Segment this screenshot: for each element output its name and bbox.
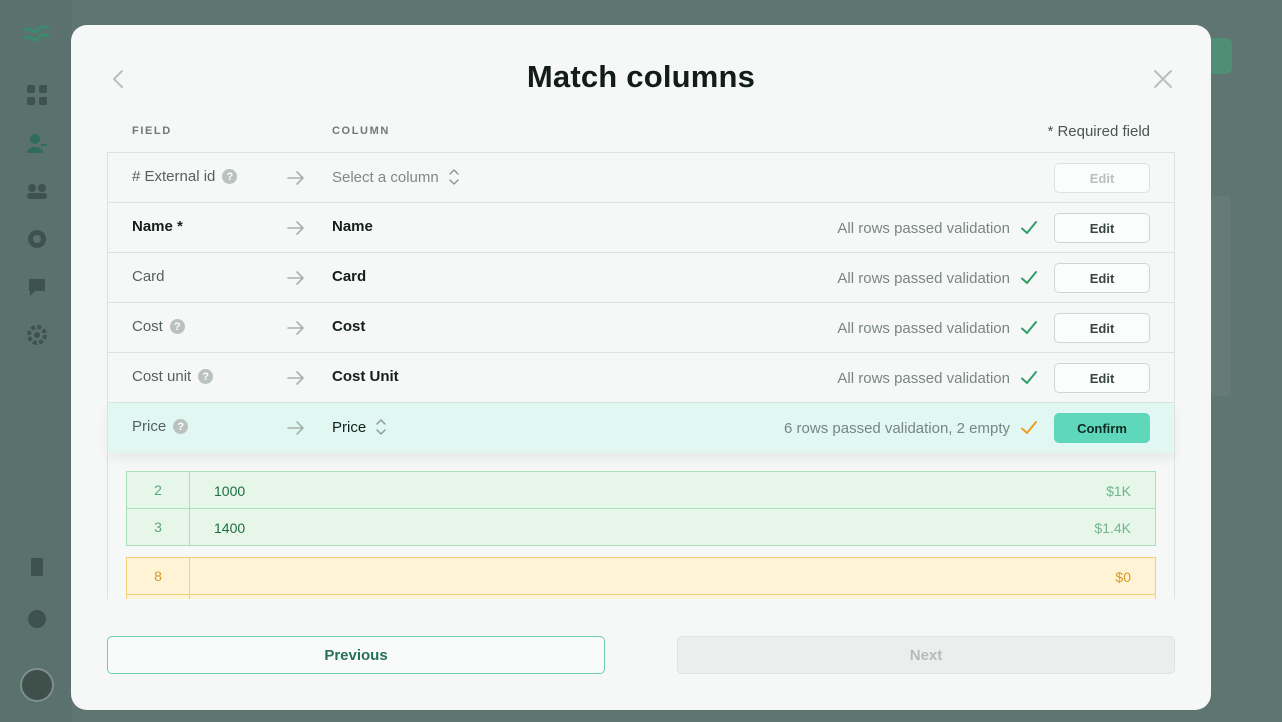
- column-value: Cost: [332, 318, 366, 335]
- validation-status: 6 rows passed validation, 2 empty: [784, 419, 1038, 437]
- field-label: Price: [132, 418, 167, 435]
- edit-button[interactable]: Edit: [1054, 363, 1150, 393]
- mapping-row-card: Card Card All rows passed validation Edi…: [107, 253, 1175, 303]
- validation-status: All rows passed validation: [837, 319, 1038, 337]
- chat-icon: [29, 279, 45, 296]
- column-select-value: Price: [332, 418, 367, 436]
- arrow-right-icon: [287, 321, 304, 335]
- preview-row-value: 1000: [214, 483, 246, 499]
- mapping-row-price: Price ? Price 6 rows passed validation, …: [107, 403, 1175, 453]
- required-field-note: * Required field: [1047, 123, 1150, 140]
- arrow-right-icon: [287, 421, 304, 435]
- validation-status-text: 6 rows passed validation, 2 empty: [784, 419, 1010, 437]
- preview-row-empty: [126, 594, 1156, 599]
- field-column-header: FIELD: [132, 125, 172, 137]
- help-icon[interactable]: ?: [169, 319, 185, 334]
- field-label: Cost unit: [132, 368, 192, 385]
- dashboard-icon: [27, 85, 47, 105]
- edit-button[interactable]: Edit: [1054, 263, 1150, 293]
- mapping-row-external-id: # External id ? Select a column Edit: [107, 153, 1175, 203]
- validation-status-text: All rows passed validation: [837, 319, 1010, 337]
- close-icon[interactable]: [1151, 67, 1175, 91]
- field-label: Name *: [132, 218, 183, 235]
- field-label: Card: [132, 268, 165, 285]
- arrow-right-icon: [287, 221, 304, 235]
- column-select[interactable]: Select a column: [332, 168, 460, 186]
- mapping-table: # External id ? Select a column Edit Nam…: [107, 152, 1175, 453]
- preview-row-index: 3: [127, 509, 190, 545]
- chevron-up-down-icon: [376, 419, 386, 435]
- check-icon: [1021, 371, 1037, 384]
- field-cell: Cost unit ?: [132, 368, 214, 385]
- confirm-button[interactable]: Confirm: [1054, 413, 1150, 443]
- field-cell: Cost ?: [132, 318, 185, 335]
- avatar: [20, 668, 54, 702]
- preview-row: 2 1000 $1K: [126, 471, 1156, 509]
- modal-title: Match columns: [526, 59, 756, 94]
- arrow-right-icon: [287, 271, 304, 285]
- warning-check-icon: [1021, 421, 1037, 434]
- validation-status: All rows passed validation: [837, 269, 1038, 287]
- check-icon: [1021, 321, 1037, 334]
- contacts-icon: [27, 134, 47, 153]
- arrow-right-icon: [287, 371, 304, 385]
- edit-button[interactable]: Edit: [1054, 313, 1150, 343]
- team-icon: [27, 184, 47, 199]
- preview-row-empty: 8 $0: [126, 557, 1156, 595]
- field-cell: # External id ?: [132, 168, 238, 185]
- validation-status: All rows passed validation: [837, 219, 1038, 237]
- field-cell: Name *: [132, 218, 183, 235]
- value-preview-list[interactable]: 2 1000 $1K 3 1400 $1.4K 8 $0: [107, 453, 1175, 599]
- edit-button[interactable]: Edit: [1054, 163, 1150, 193]
- preview-row-value: 1400: [214, 520, 246, 536]
- next-button[interactable]: Next: [677, 636, 1175, 674]
- validation-status-text: All rows passed validation: [837, 369, 1010, 387]
- help-circle-icon: [28, 610, 46, 628]
- check-icon: [1021, 221, 1037, 234]
- edit-button[interactable]: Edit: [1054, 213, 1150, 243]
- match-columns-modal: Match columns FIELD COLUMN * Required fi…: [71, 25, 1211, 710]
- chevron-up-down-icon: [449, 169, 459, 185]
- help-icon[interactable]: ?: [198, 369, 214, 384]
- app-logo-icon: [24, 25, 50, 42]
- arrow-right-icon: [287, 171, 304, 185]
- field-label: Cost: [132, 318, 163, 335]
- app-sidebar: [0, 0, 72, 722]
- column-value: Cost Unit: [332, 368, 399, 385]
- preview-row-formatted: $0: [1115, 569, 1131, 585]
- help-icon[interactable]: ?: [173, 419, 189, 434]
- column-value: Card: [332, 268, 367, 285]
- column-value: Name: [332, 218, 373, 235]
- field-label: # External id: [132, 168, 216, 185]
- validation-status: All rows passed validation: [837, 369, 1038, 387]
- background-panel: [1211, 196, 1231, 396]
- settings-icon: [27, 325, 47, 345]
- field-cell: Price ?: [132, 418, 189, 435]
- previous-button[interactable]: Previous: [107, 636, 605, 674]
- preview-row: 3 1400 $1.4K: [126, 508, 1156, 546]
- preview-row-formatted: $1.4K: [1094, 520, 1131, 536]
- preview-row-formatted: $1K: [1106, 483, 1131, 499]
- document-icon: [31, 558, 43, 576]
- column-select[interactable]: Price: [332, 418, 387, 436]
- preview-row-index: 8: [127, 558, 190, 594]
- mapping-row-cost-unit: Cost unit ? Cost Unit All rows passed va…: [107, 353, 1175, 403]
- field-cell: Card: [132, 268, 165, 285]
- mapping-row-cost: Cost ? Cost All rows passed validation E…: [107, 303, 1175, 353]
- check-icon: [1021, 271, 1037, 284]
- preview-row-index: 2: [127, 472, 190, 508]
- support-icon: [28, 230, 46, 248]
- preview-row-index: [127, 595, 190, 599]
- help-icon[interactable]: ?: [222, 169, 238, 184]
- mapping-row-name: Name * Name All rows passed validation E…: [107, 203, 1175, 253]
- validation-status-text: All rows passed validation: [837, 269, 1010, 287]
- column-select-placeholder: Select a column: [332, 168, 439, 186]
- column-column-header: COLUMN: [332, 125, 390, 137]
- validation-status-text: All rows passed validation: [837, 219, 1010, 237]
